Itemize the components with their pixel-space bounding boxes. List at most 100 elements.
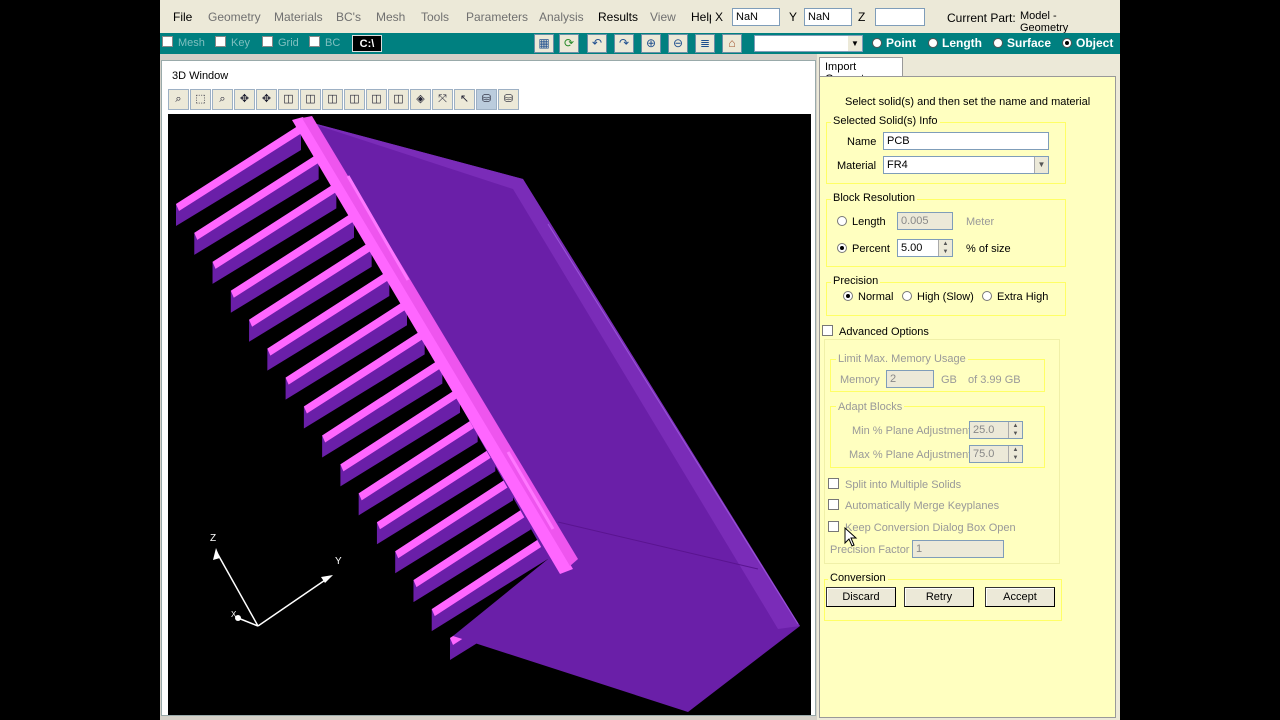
menu-help[interactable]: Help [691,10,711,24]
solid-view-icon[interactable]: ⛁ [476,89,497,110]
accept-button[interactable]: Accept [985,587,1055,607]
merge-keyplanes-checkbox[interactable]: Automatically Merge Keyplanes [828,499,999,512]
console-button[interactable]: C:\ [352,35,382,52]
z-coord-field[interactable] [875,8,925,26]
menu-materials[interactable]: Materials [274,10,323,24]
object-radio[interactable]: Object [1062,36,1113,50]
x-coord-label: X [715,10,724,24]
max-plane-stepper[interactable]: 75.0 ▲ ▼ [969,445,1023,463]
menu-bar: File Geometry Materials BC's Mesh Tools … [160,0,1120,34]
right-panel: Import Geometry Select solid(s) and then… [817,54,1120,720]
view-top-icon[interactable]: ◫ [322,89,343,110]
3d-viewport[interactable]: Z Y X [168,114,811,715]
z-coord-label: Z [858,10,866,24]
menu-mesh[interactable]: Mesh [376,10,405,24]
menu-file[interactable]: File [173,10,192,24]
precision-normal-radio[interactable]: Normal [843,291,893,303]
menu-analysis[interactable]: Analysis [539,10,584,24]
memory-limit-title: Limit Max. Memory Usage [836,353,968,365]
3d-window-title: 3D Window [172,70,229,82]
x-coord-field[interactable]: NaN [732,8,780,26]
view-iso-icon[interactable]: ◈ [410,89,431,110]
zoom-icon[interactable]: ⌕ [168,89,189,110]
spin-arrows-icon[interactable]: ▲ ▼ [938,240,952,256]
view-back-icon[interactable]: ◫ [300,89,321,110]
grid-checkbox[interactable]: Grid [262,36,299,49]
adapt-blocks-title: Adapt Blocks [836,401,905,413]
menu-tools[interactable]: Tools [421,10,449,24]
y-coord-label: Y [789,10,798,24]
zoom-out-icon[interactable]: ⊖ [668,34,688,53]
min-plane-stepper[interactable]: 25.0 ▲ ▼ [969,421,1023,439]
view-front-icon[interactable]: ◫ [278,89,299,110]
key-checkbox[interactable]: Key [215,36,250,49]
redo-icon[interactable]: ↷ [614,34,634,53]
x-axis-label: X [231,610,237,619]
material-select[interactable]: FR4 ▼ [883,156,1049,174]
undo-icon[interactable]: ↶ [587,34,607,53]
view-bottom-icon[interactable]: ◫ [344,89,365,110]
select-icon[interactable]: ↖ [454,89,475,110]
menu-view[interactable]: View [650,10,676,24]
retry-button[interactable]: Retry [904,587,974,607]
home-icon[interactable]: ⌂ [722,34,742,53]
precision-factor-label: Precision Factor [830,544,910,556]
report-icon[interactable]: ≣ [695,34,715,53]
precision-extra-high-radio[interactable]: Extra High [982,291,1048,303]
mouse-cursor-icon [844,527,858,547]
advanced-options-checkbox[interactable]: Advanced Options [822,325,929,338]
name-input[interactable]: PCB [883,132,1049,150]
view-left-icon[interactable]: ◫ [366,89,387,110]
mesh-checkbox[interactable]: Mesh [162,36,205,49]
axis-triad: Z Y X [210,533,342,627]
selected-solids-title: Selected Solid(s) Info [831,115,940,127]
block-resolution-title: Block Resolution [831,192,917,204]
object-select[interactable]: ▼ [754,35,863,52]
menu-parameters[interactable]: Parameters [466,10,528,24]
zoom-dynamic-icon[interactable]: ⌕ [212,89,233,110]
split-solids-checkbox[interactable]: Split into Multiple Solids [828,478,961,491]
zoom-in-icon[interactable]: ⊕ [641,34,661,53]
memory-label: Memory [840,374,880,386]
name-label: Name [847,136,877,148]
percent-stepper[interactable]: 5.00 ▲ ▼ [897,239,953,257]
material-label: Material [837,160,877,172]
tool-bar: Mesh Key Grid BC C:\ ▦ ⟳ ↶ ↷ ⊕ ⊖ ≣ ⌂ ▼ P… [160,33,1120,54]
spin-arrows-icon[interactable]: ▲ ▼ [1008,422,1022,438]
bc-checkbox[interactable]: BC [309,36,340,49]
menu-bcs[interactable]: BC's [336,10,361,24]
y-axis-label: Y [335,556,342,567]
3d-window: 3D Window ⌕ ⬚ ⌕ ✥ ✥ ◫ ◫ ◫ ◫ ◫ ◫ ◈ ⤧ ↖ ⛁ … [161,60,816,716]
menu-results[interactable]: Results [598,10,638,24]
memory-unit: GB [941,374,957,386]
heatsink-model: Z Y X [176,116,800,712]
pan-icon[interactable]: ✥ [234,89,255,110]
length-resolution-radio[interactable]: Length [837,216,886,228]
point-radio[interactable]: Point [872,36,916,50]
axis-view-icon[interactable]: ⤧ [432,89,453,110]
grid-view-icon[interactable]: ▦ [534,34,554,53]
length-radio[interactable]: Length [928,36,982,50]
conversion-title: Conversion [828,572,888,584]
import-geometry-panel: Select solid(s) and then set the name an… [819,76,1116,718]
spin-arrows-icon[interactable]: ▲ ▼ [1008,446,1022,462]
tab-import-geometry[interactable]: Import Geometry [819,57,903,85]
refresh-icon[interactable]: ⟳ [559,34,579,53]
chevron-down-icon: ▼ [848,36,862,51]
surface-radio[interactable]: Surface [993,36,1051,50]
memory-input[interactable]: 2 [886,370,934,388]
precision-high-radio[interactable]: High (Slow) [902,291,974,303]
chevron-down-icon: ▼ [1034,157,1048,173]
y-coord-field[interactable]: NaN [804,8,852,26]
view-right-icon[interactable]: ◫ [388,89,409,110]
percent-unit: % of size [966,243,1011,255]
length-input[interactable]: 0.005 [897,212,953,230]
wireframe-view-icon[interactable]: ⛁ [498,89,519,110]
precision-factor-input[interactable]: 1 [912,540,1004,558]
menu-geometry[interactable]: Geometry [208,10,261,24]
rotate-icon[interactable]: ✥ [256,89,277,110]
zoom-window-icon[interactable]: ⬚ [190,89,211,110]
percent-resolution-radio[interactable]: Percent [837,243,890,255]
discard-button[interactable]: Discard [826,587,896,607]
max-plane-label: Max % Plane Adjustment [849,449,972,461]
